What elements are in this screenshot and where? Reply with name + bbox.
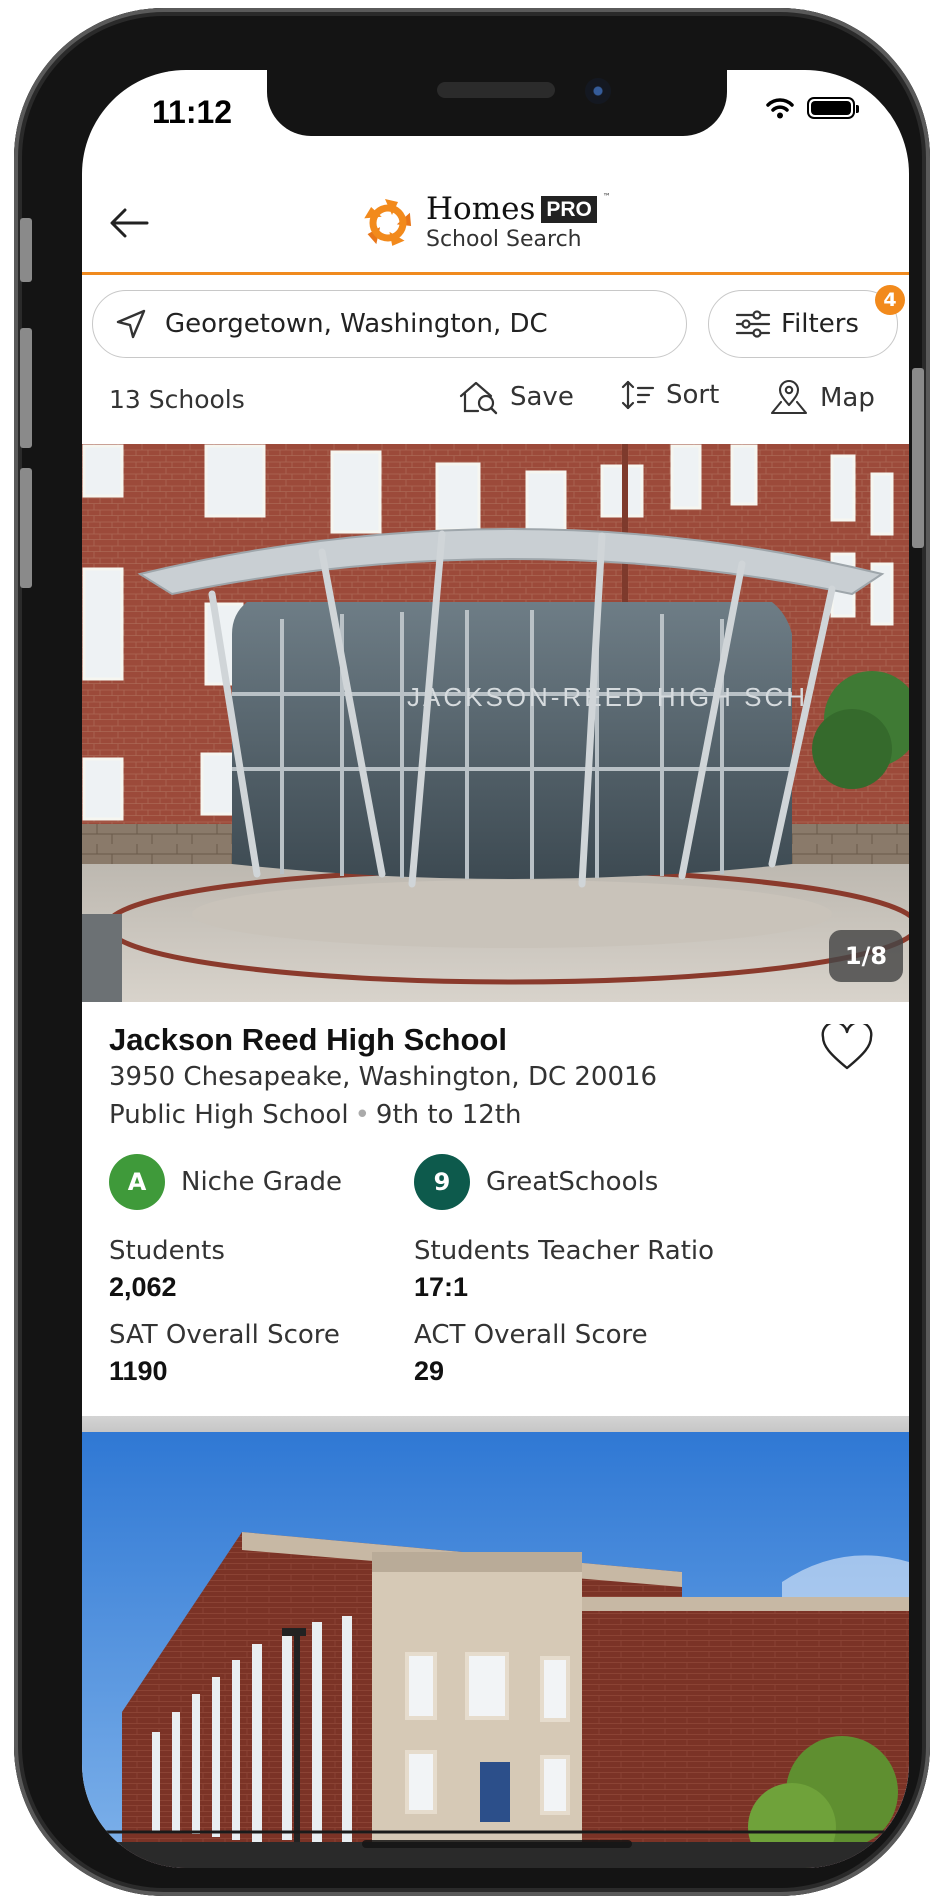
ratio-value: 17:1: [414, 1272, 469, 1302]
volume-down-button: [20, 468, 32, 588]
location-text: Georgetown, Washington, DC: [165, 309, 548, 339]
school-photo-2[interactable]: [82, 1432, 909, 1868]
map-label: Map: [820, 383, 875, 413]
mute-switch: [20, 218, 32, 282]
notch: [267, 70, 727, 136]
sort-label: Sort: [666, 380, 720, 410]
photo-counter: 1/8: [829, 930, 903, 982]
results-toolbar: 13 Schools Save Sort Map: [82, 365, 909, 437]
location-search-input[interactable]: Georgetown, Washington, DC: [92, 290, 687, 358]
school-building-photo-2: [82, 1432, 909, 1868]
school-type: Public High School: [109, 1100, 349, 1130]
favorite-button[interactable]: [820, 1021, 874, 1076]
niche-grade: A Niche Grade: [109, 1154, 342, 1210]
card-divider: [82, 1416, 909, 1432]
front-camera: [585, 78, 611, 104]
act-value: 29: [414, 1356, 445, 1386]
greatschools-badge: 9: [414, 1154, 470, 1210]
homes-pro-logo: Homes PRO ™ School Search: [362, 192, 611, 254]
back-button[interactable]: [104, 198, 154, 248]
heart-icon: [821, 1021, 873, 1070]
school-address: 3950 Chesapeake, Washington, DC 20016: [109, 1062, 658, 1092]
speaker-grille: [437, 82, 555, 98]
sort-icon: [621, 380, 655, 410]
brand-name: Homes: [426, 191, 536, 227]
volume-up-button: [20, 328, 32, 448]
filters-label: Filters: [781, 309, 859, 339]
filters-count-badge: 4: [875, 285, 905, 315]
app-screen: 11:12 Homes PRO ™ School Search Georgeto…: [82, 70, 909, 1868]
school-type-line: Public High School • 9th to 12th: [109, 1100, 522, 1130]
power-button: [912, 368, 924, 548]
save-search-icon: [459, 381, 498, 415]
separator-dot: •: [354, 1100, 370, 1130]
status-time: 11:12: [152, 94, 233, 130]
students-value: 2,062: [109, 1272, 177, 1302]
back-arrow-icon: [110, 208, 149, 238]
sort-button[interactable]: Sort: [620, 379, 719, 411]
app-header: Homes PRO ™ School Search: [82, 174, 909, 275]
location-arrow-icon: [116, 309, 146, 339]
school-card[interactable]: Jackson Reed High School 3950 Chesapeake…: [82, 1002, 909, 1416]
map-button[interactable]: Map: [768, 379, 875, 417]
sliders-icon: [735, 310, 771, 338]
pro-badge: PRO: [541, 195, 597, 223]
school-photo[interactable]: JACKSON-REED HIGH SCH 1/8: [82, 444, 909, 1002]
save-label: Save: [510, 382, 574, 412]
act-label: ACT Overall Score: [414, 1320, 648, 1350]
school-building-photo: JACKSON-REED HIGH SCH: [82, 444, 909, 1002]
home-indicator: [362, 1840, 632, 1848]
filters-button[interactable]: Filters 4: [708, 285, 905, 358]
school-name[interactable]: Jackson Reed High School: [109, 1022, 507, 1058]
app-subtitle: School Search: [426, 227, 582, 252]
greatschools-label: GreatSchools: [486, 1167, 659, 1197]
niche-grade-badge: A: [109, 1154, 165, 1210]
trademark: ™: [602, 192, 611, 201]
niche-grade-label: Niche Grade: [181, 1167, 342, 1197]
results-count: 13 Schools: [109, 385, 245, 414]
save-search-button[interactable]: Save: [458, 379, 574, 415]
phone-frame: 11:12 Homes PRO ™ School Search Georgeto…: [14, 8, 930, 1896]
wifi-icon: [766, 98, 794, 119]
sat-value: 1190: [109, 1356, 168, 1386]
students-label: Students: [109, 1236, 225, 1266]
battery-icon: [807, 97, 859, 119]
map-pin-icon: [770, 379, 808, 415]
school-grades: 9th to 12th: [375, 1100, 522, 1130]
status-icons: [765, 96, 859, 120]
greatschools-rating: 9 GreatSchools: [414, 1154, 658, 1210]
ratio-label: Students Teacher Ratio: [414, 1236, 715, 1266]
homes-logo-icon: [364, 199, 412, 246]
building-sign: JACKSON-REED HIGH SCH: [407, 682, 808, 712]
sat-label: SAT Overall Score: [109, 1320, 340, 1350]
